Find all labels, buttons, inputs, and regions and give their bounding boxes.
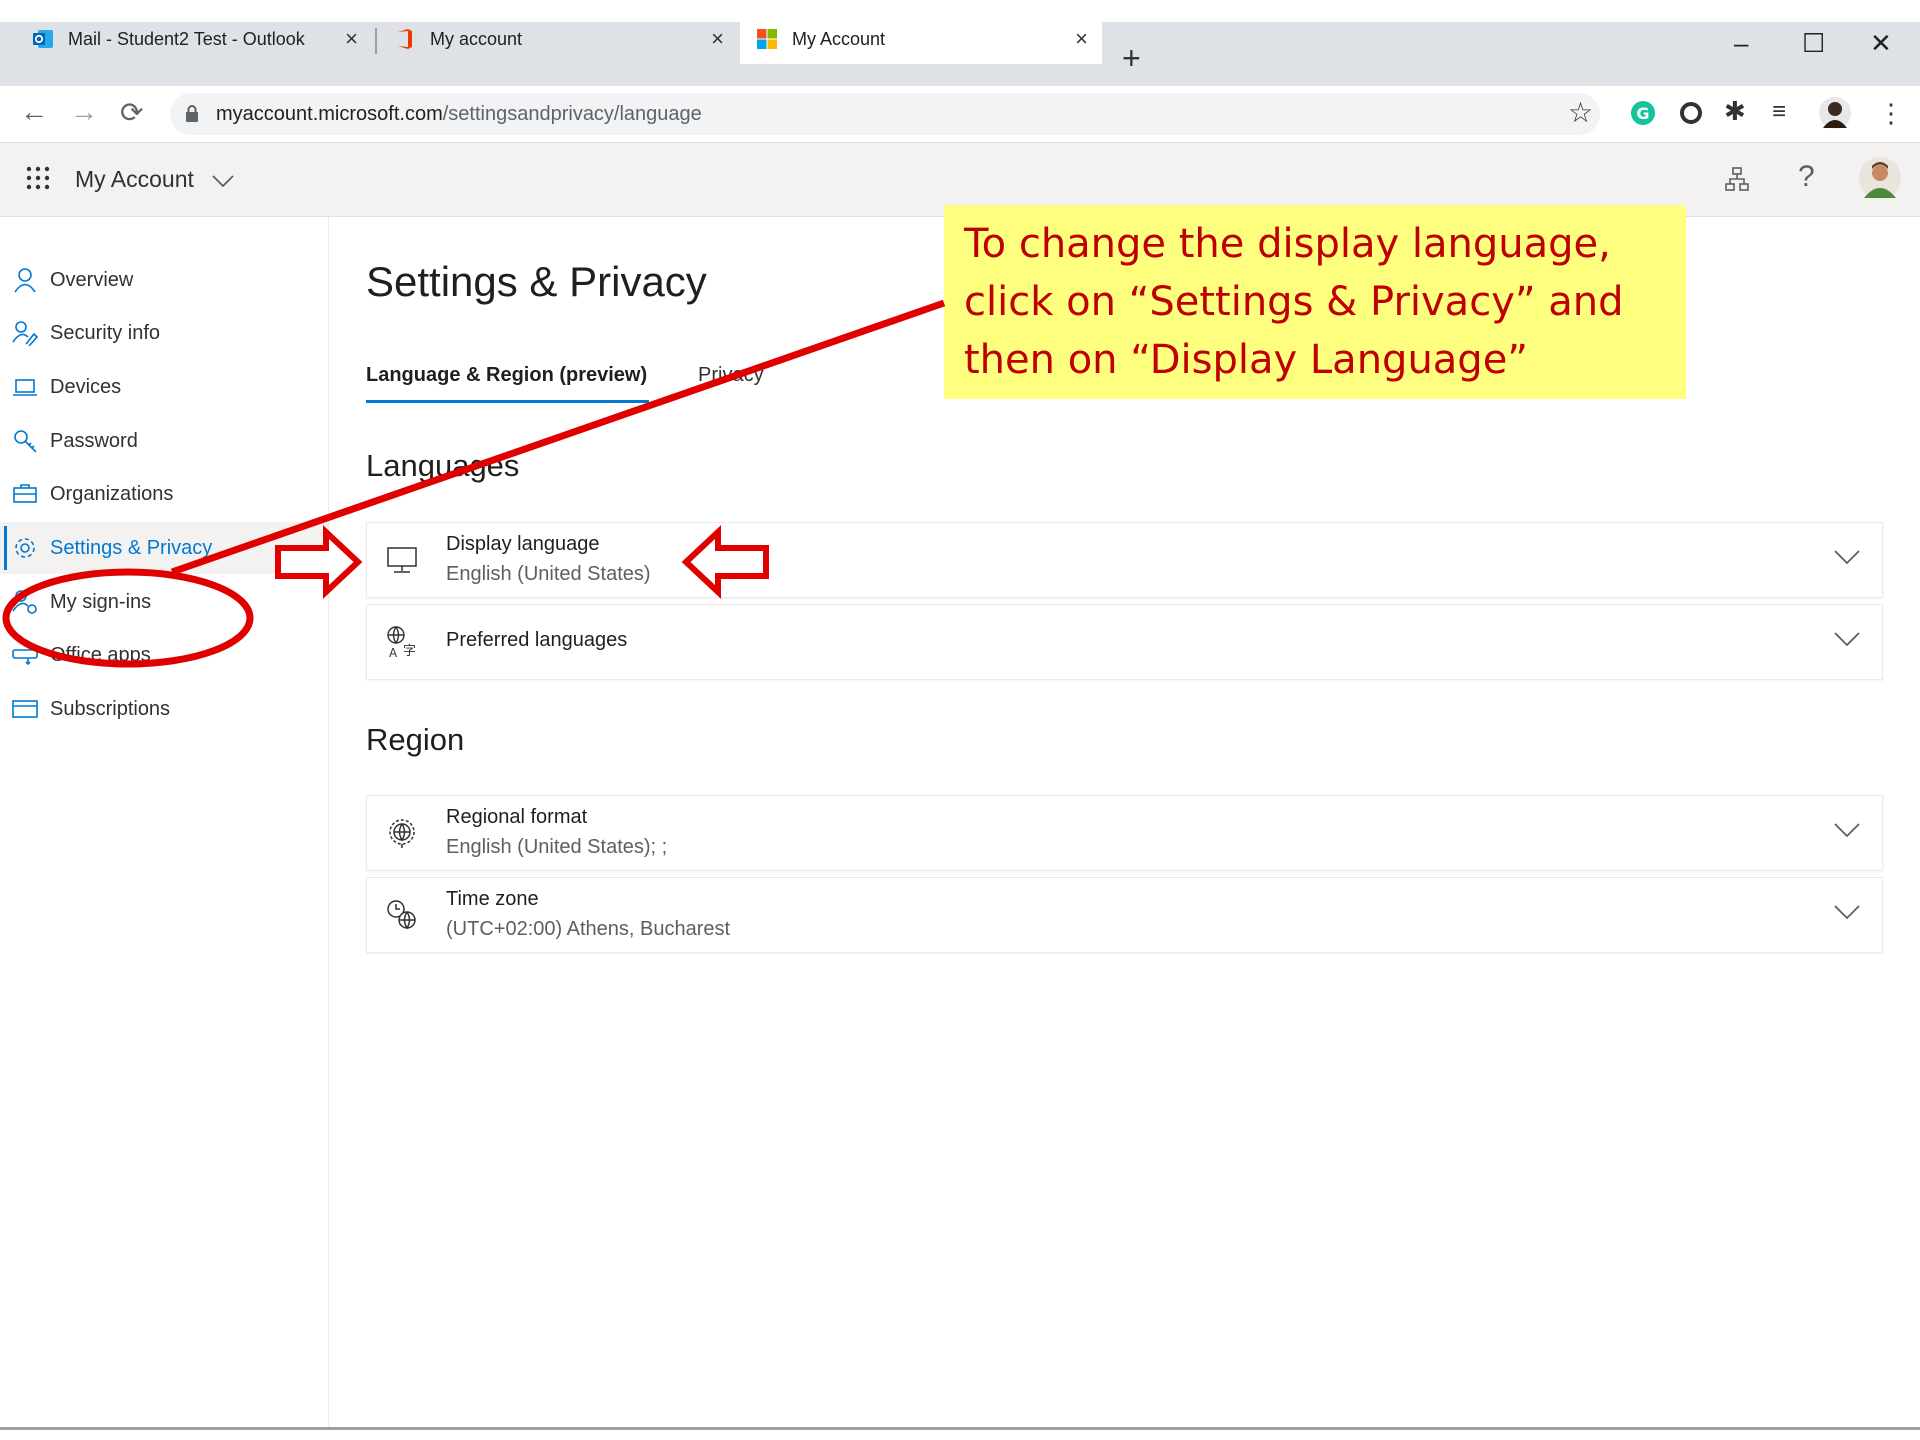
briefcase-icon [13, 484, 37, 503]
key-icon [14, 430, 37, 453]
sidebar-item-label: My sign-ins [50, 590, 152, 613]
sidebar: Overview Security info Devices Password … [0, 217, 329, 1427]
sidebar-item-overview[interactable]: Overview [0, 254, 328, 306]
region-heading: Region [366, 722, 465, 757]
tab-close-icon[interactable]: × [345, 26, 358, 52]
maximize-button[interactable]: ☐ [1802, 28, 1825, 59]
chevron-down-icon[interactable] [1834, 822, 1860, 838]
tab-close-icon[interactable]: × [711, 26, 724, 52]
clock-globe-icon [387, 900, 416, 930]
sidebar-item-subscriptions[interactable]: Subscriptions [0, 683, 328, 735]
app-name: My Account [75, 166, 194, 192]
user-avatar[interactable] [1858, 156, 1902, 200]
lock-icon[interactable] [184, 104, 200, 124]
translate-icon: A 字 [387, 626, 416, 659]
url-path: /settingsandprivacy/language [442, 103, 702, 125]
minimize-button[interactable]: – [1734, 28, 1748, 59]
office-icon [398, 29, 412, 49]
tab-language-region[interactable]: Language & Region (preview) [366, 364, 647, 387]
time-zone-title: Time zone [446, 888, 539, 910]
sidebar-item-label: Organizations [50, 482, 174, 505]
sidebar-item-label: Security info [50, 321, 161, 344]
preferred-languages-card[interactable]: A 字 Preferred languages [366, 604, 1883, 680]
sidebar-item-settings-privacy[interactable]: Settings & Privacy [0, 522, 328, 574]
tab-outlook-mail[interactable]: Mail - Student2 Test - Outlook × [0, 14, 372, 64]
tab-label: My Account [792, 28, 886, 49]
help-icon[interactable]: ? [1798, 160, 1815, 194]
languages-heading: Languages [366, 448, 520, 483]
outlook-icon [33, 30, 53, 48]
gear-icon [15, 538, 35, 558]
time-zone-card[interactable]: Time zone (UTC+02:00) Athens, Bucharest [366, 877, 1883, 953]
tab-label: My account [430, 28, 523, 49]
app-name-dropdown[interactable]: My Account [75, 166, 234, 193]
sidebar-item-label: Office apps [50, 643, 151, 666]
regional-format-value: English (United States); ; [446, 836, 668, 858]
profile-avatar-icon[interactable] [1818, 96, 1852, 130]
display-language-card[interactable]: Display language English (United States) [366, 522, 1883, 598]
office-apps-icon [12, 649, 38, 666]
new-tab-button[interactable]: + [1122, 40, 1141, 77]
org-chart-icon[interactable] [1724, 166, 1750, 192]
sidebar-item-password[interactable]: Password [0, 415, 328, 467]
tab-my-account-office[interactable]: My account × [362, 14, 738, 64]
sidebar-item-office-apps[interactable]: Office apps [0, 629, 328, 681]
globe-settings-icon [389, 819, 415, 848]
card-icon [12, 700, 38, 718]
annotation-line: click on “Settings & Privacy” and [964, 279, 1624, 325]
page-title: Settings & Privacy [366, 258, 707, 305]
grammarly-extension-icon[interactable]: G [1630, 100, 1656, 126]
tab-label: Mail - Student2 Test - Outlook [68, 28, 305, 49]
annotation-line: To change the display language, [964, 221, 1611, 267]
forward-arrow-icon[interactable]: → [70, 96, 98, 128]
chevron-down-icon[interactable] [1834, 549, 1860, 565]
media-queue-icon[interactable]: ≡ [1772, 98, 1786, 126]
svg-text:G: G [1636, 104, 1649, 123]
svg-text:字: 字 [403, 644, 416, 659]
sidebar-item-label: Settings & Privacy [50, 536, 213, 559]
window-bottom-border [0, 1427, 1920, 1430]
laptop-icon [13, 379, 37, 396]
close-window-button[interactable]: ✕ [1870, 28, 1892, 59]
tab-privacy[interactable]: Privacy [698, 364, 764, 387]
chevron-down-icon [212, 175, 234, 188]
person-key-icon [12, 590, 37, 614]
active-tab-indicator [366, 400, 649, 403]
tab-close-icon[interactable]: × [1075, 26, 1088, 52]
microsoft-logo-icon [757, 29, 777, 49]
app-launcher-waffle-icon[interactable] [26, 166, 50, 190]
preferred-languages-title: Preferred languages [446, 629, 628, 651]
url-host: myaccount.microsoft.com [216, 103, 443, 125]
person-key-icon [12, 321, 38, 346]
svg-text:A: A [389, 646, 398, 659]
chevron-down-icon[interactable] [1834, 631, 1860, 647]
annotation-line: then on “Display Language” [964, 337, 1529, 383]
bookmark-star-icon[interactable]: ☆ [1568, 96, 1593, 129]
back-arrow-icon[interactable]: ← [20, 96, 48, 128]
display-language-value: English (United States) [446, 563, 651, 585]
sidebar-item-label: Overview [50, 268, 134, 291]
sidebar-item-organizations[interactable]: Organizations [0, 468, 328, 520]
regional-format-card[interactable]: Regional format English (United States);… [366, 795, 1883, 871]
regional-format-title: Regional format [446, 806, 588, 828]
sidebar-item-devices[interactable]: Devices [0, 361, 328, 413]
circle-extension-icon[interactable] [1678, 100, 1704, 126]
annotation-callout: To change the display language, click on… [944, 205, 1686, 399]
sidebar-item-label: Subscriptions [50, 697, 171, 720]
extensions-puzzle-icon[interactable]: ✱ [1724, 96, 1746, 127]
person-icon [14, 268, 36, 293]
chevron-down-icon[interactable] [1834, 904, 1860, 920]
url-text[interactable]: myaccount.microsoft.com/settingsandpriva… [216, 103, 702, 126]
sidebar-item-my-sign-ins[interactable]: My sign-ins [0, 576, 328, 628]
reload-icon[interactable]: ⟳ [120, 96, 143, 129]
monitor-icon [387, 547, 417, 573]
display-language-title: Display language [446, 533, 600, 555]
sidebar-item-label: Password [50, 429, 138, 452]
browser-menu-icon[interactable]: ⋮ [1878, 98, 1904, 129]
sidebar-item-security-info[interactable]: Security info [0, 307, 328, 359]
sidebar-item-label: Devices [50, 375, 122, 398]
tab-my-account-active[interactable]: My Account × [740, 14, 1102, 64]
time-zone-value: (UTC+02:00) Athens, Bucharest [446, 918, 731, 940]
